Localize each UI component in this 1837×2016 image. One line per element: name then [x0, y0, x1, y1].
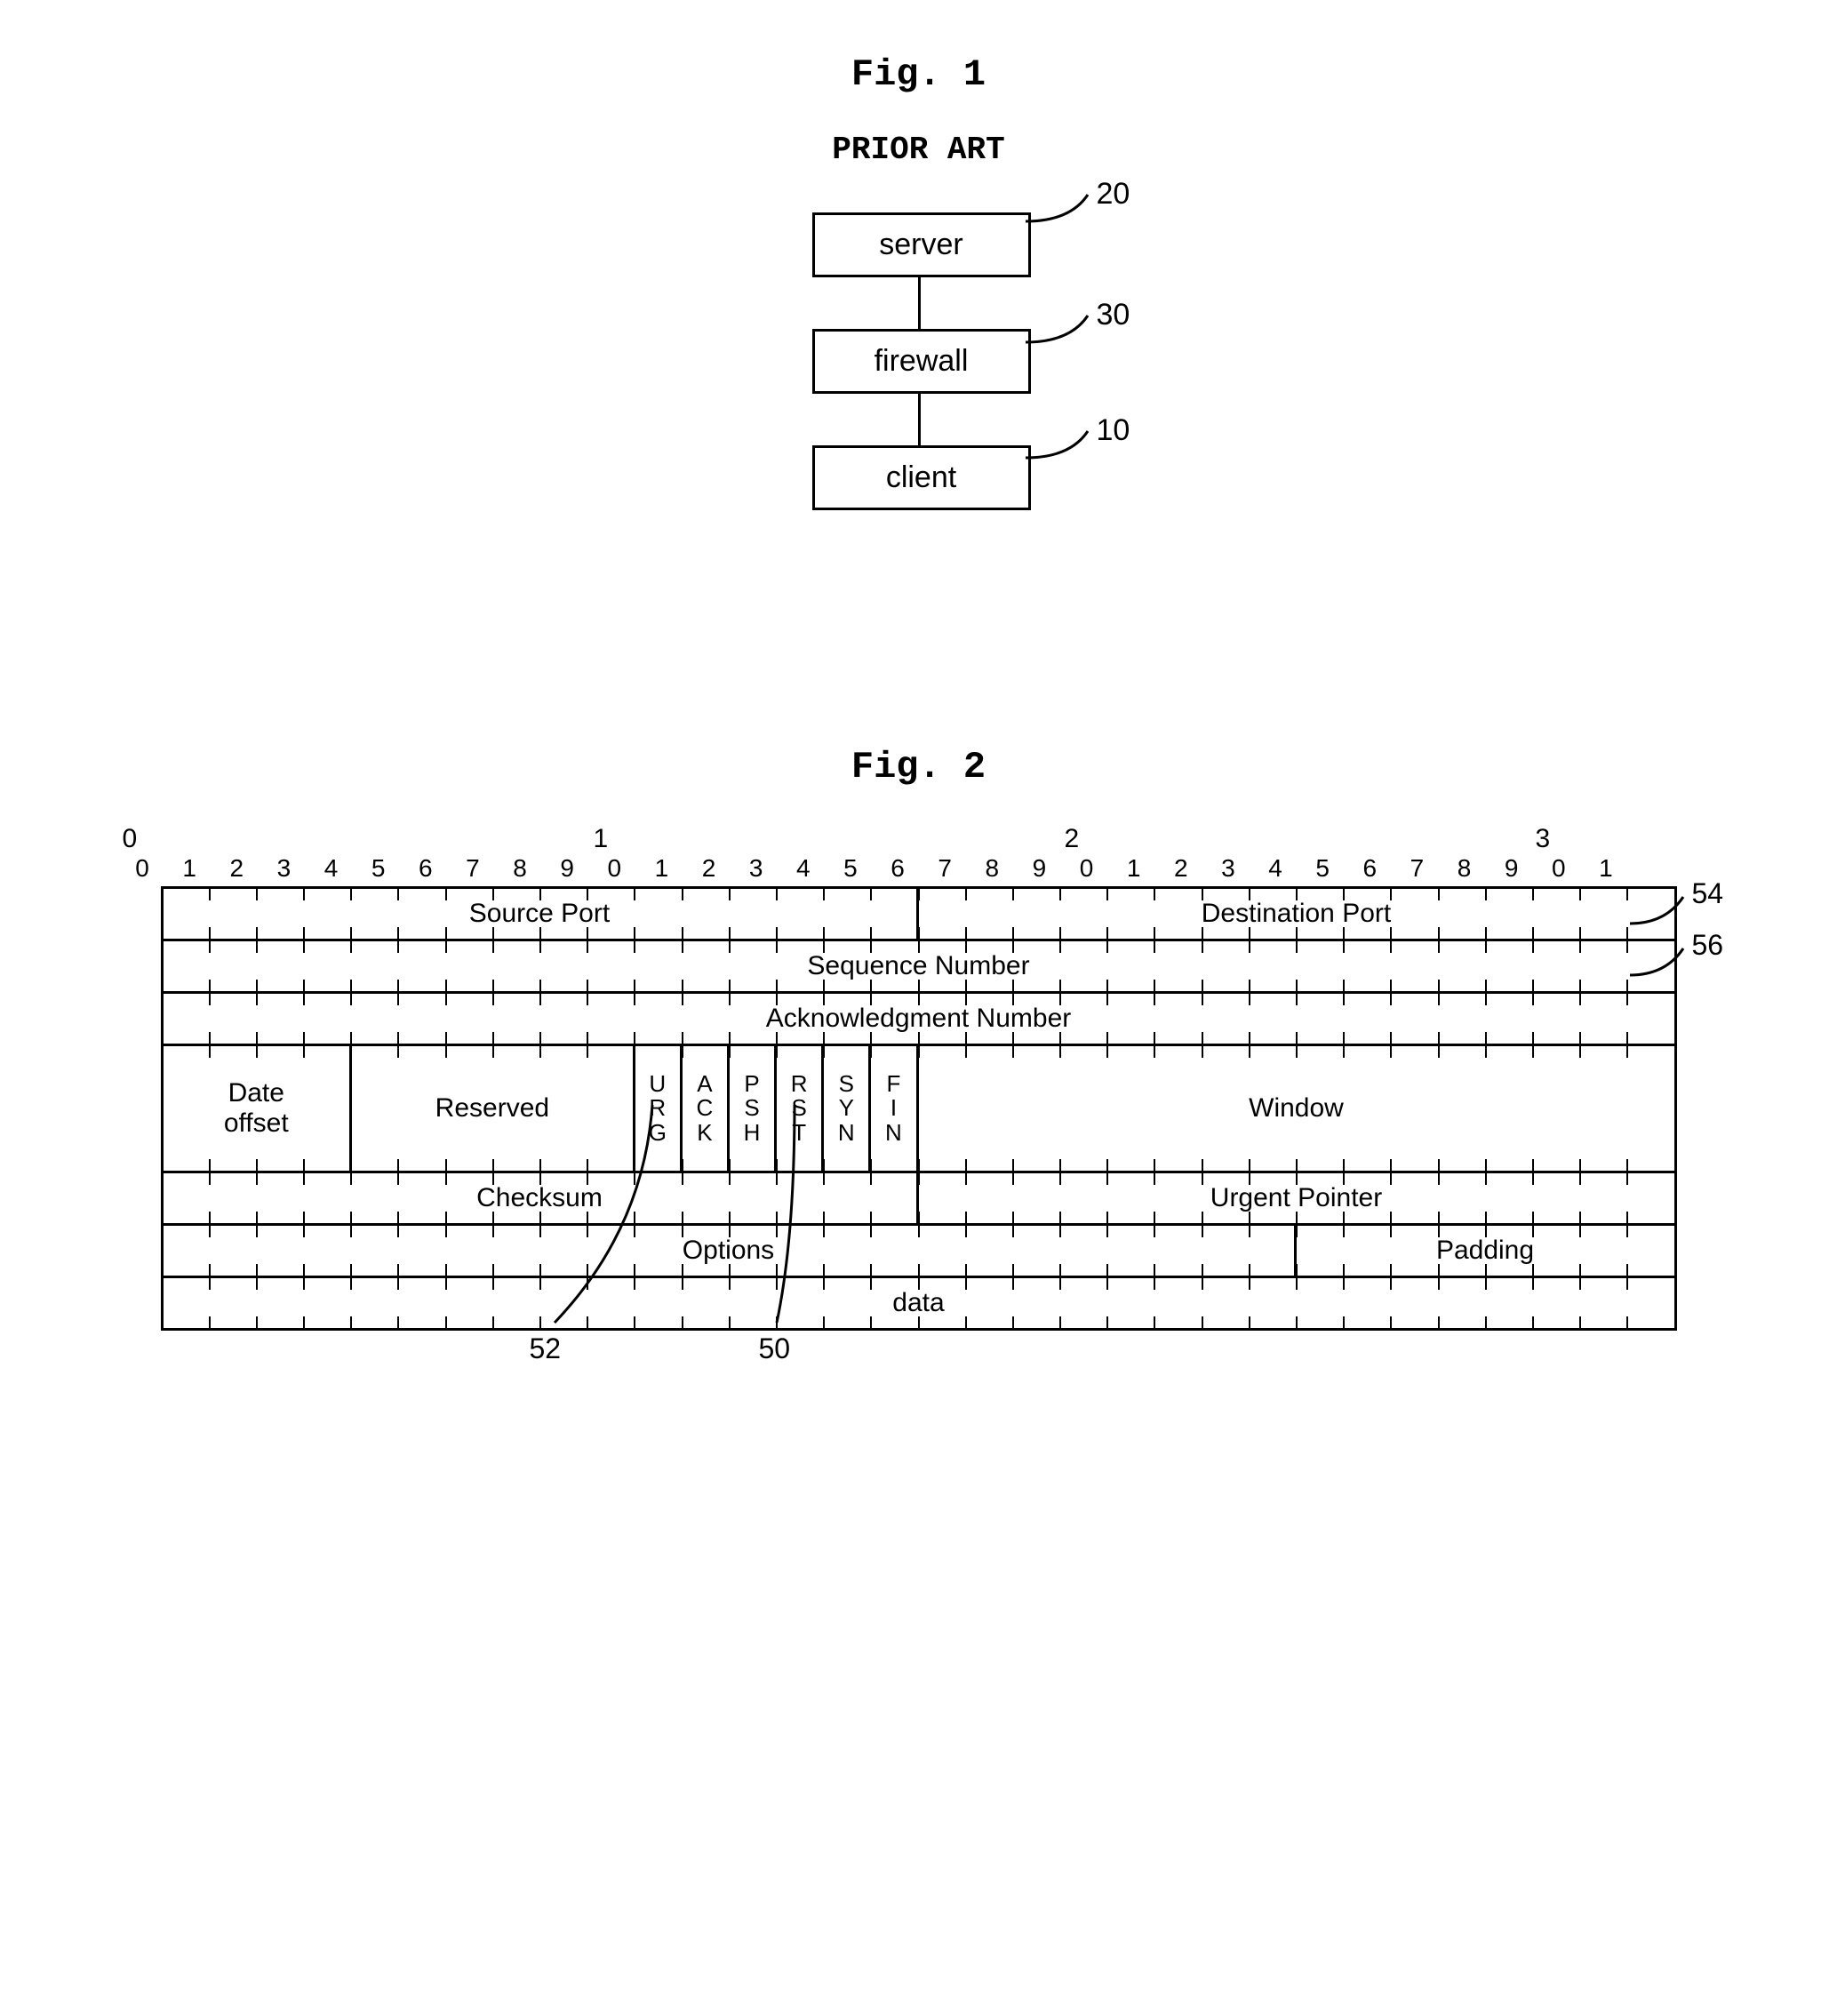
cell-data-offset: Date offset — [164, 1046, 353, 1171]
bit-unit: 8 — [497, 854, 544, 883]
firewall-box: firewall — [812, 329, 1031, 394]
ref-syn-flag: 50 — [759, 1332, 791, 1365]
bit-unit: 3 — [1204, 854, 1251, 883]
cell-fin-flag: FIN — [871, 1046, 918, 1171]
bitscale-units: 01234567890123456789012345678901 — [119, 854, 1630, 883]
bit-unit: 1 — [638, 854, 685, 883]
fig2-diagram: 0 1 2 3 01234567890123456789012345678901… — [119, 824, 1719, 1331]
cell-seq: Sequence Number — [164, 941, 1674, 991]
row-seq: Sequence Number — [164, 939, 1674, 991]
cell-syn-flag: SYN — [824, 1046, 871, 1171]
cell-ack-flag: ACK — [683, 1046, 730, 1171]
ref-client: 10 — [1097, 413, 1130, 448]
cell-urgent: Urgent Pointer — [919, 1173, 1674, 1223]
row-ack: Acknowledgment Number — [164, 991, 1674, 1044]
row-options: Options Padding — [164, 1223, 1674, 1276]
bit-unit: 8 — [1441, 854, 1488, 883]
cell-urg-flag: URG — [635, 1046, 683, 1171]
row-flags: Date offset Reserved URG ACK PSH RST SYN… — [164, 1044, 1674, 1171]
bit-unit: 1 — [1110, 854, 1157, 883]
server-box: server — [812, 212, 1031, 277]
bit-unit: 8 — [969, 854, 1016, 883]
bit-unit: 7 — [922, 854, 969, 883]
bit-unit: 2 — [685, 854, 732, 883]
bit-unit: 9 — [544, 854, 591, 883]
cell-dest-port: Destination Port — [919, 889, 1674, 939]
ref-seq: 54 — [1692, 877, 1724, 910]
cell-rst-flag: RST — [777, 1046, 824, 1171]
cell-ackno: Acknowledgment Number — [164, 994, 1674, 1044]
bit-unit: 7 — [449, 854, 496, 883]
bit-unit: 0 — [1063, 854, 1110, 883]
bit-group-3: 3 — [1532, 824, 1630, 854]
bit-unit: 6 — [402, 854, 449, 883]
ref-firewall: 30 — [1097, 298, 1130, 332]
ref-ack: 56 — [1692, 929, 1724, 962]
bit-unit: 9 — [1016, 854, 1063, 883]
row-checksum: Checksum Urgent Pointer — [164, 1171, 1674, 1223]
cell-reserved: Reserved — [352, 1046, 635, 1171]
client-box: client — [812, 445, 1031, 510]
bit-unit: 1 — [1582, 854, 1629, 883]
bit-unit: 5 — [827, 854, 874, 883]
cell-data: data — [164, 1278, 1674, 1328]
bit-group-0: 0 — [119, 824, 590, 854]
bit-group-1: 1 — [590, 824, 1061, 854]
bit-unit: 3 — [260, 854, 307, 883]
row-ports: Source Port Destination Port — [164, 889, 1674, 939]
bit-unit: 4 — [779, 854, 827, 883]
cell-padding: Padding — [1297, 1226, 1674, 1276]
fig1-diagram: server firewall client 20 30 10 — [670, 212, 1168, 586]
bit-unit: 9 — [1488, 854, 1535, 883]
bit-group-2: 2 — [1061, 824, 1532, 854]
bit-unit: 0 — [1535, 854, 1582, 883]
fig1-subtitle: PRIOR ART — [119, 132, 1719, 168]
bit-unit: 6 — [1346, 854, 1394, 883]
ref-server: 20 — [1097, 177, 1130, 212]
ref-ack-flag: 52 — [530, 1332, 562, 1365]
bit-unit: 2 — [1157, 854, 1204, 883]
fig1-title: Fig. 1 — [119, 53, 1719, 96]
cell-options: Options — [164, 1226, 1297, 1276]
bit-unit: 3 — [732, 854, 779, 883]
bit-unit: 0 — [119, 854, 166, 883]
bit-unit: 2 — [213, 854, 260, 883]
bit-unit: 6 — [875, 854, 922, 883]
cell-source-port: Source Port — [164, 889, 919, 939]
bit-unit: 1 — [166, 854, 213, 883]
fig2-title: Fig. 2 — [119, 746, 1719, 788]
bit-unit: 4 — [1252, 854, 1299, 883]
cell-psh-flag: PSH — [730, 1046, 777, 1171]
bit-unit: 4 — [307, 854, 355, 883]
row-data: data — [164, 1276, 1674, 1328]
tcp-header-table: Source Port Destination Port Sequence Nu… — [161, 886, 1677, 1331]
bit-unit: 5 — [1299, 854, 1346, 883]
bit-unit: 7 — [1394, 854, 1441, 883]
cell-window: Window — [919, 1046, 1674, 1171]
bit-unit: 5 — [355, 854, 402, 883]
cell-checksum: Checksum — [164, 1173, 919, 1223]
bit-unit: 0 — [591, 854, 638, 883]
